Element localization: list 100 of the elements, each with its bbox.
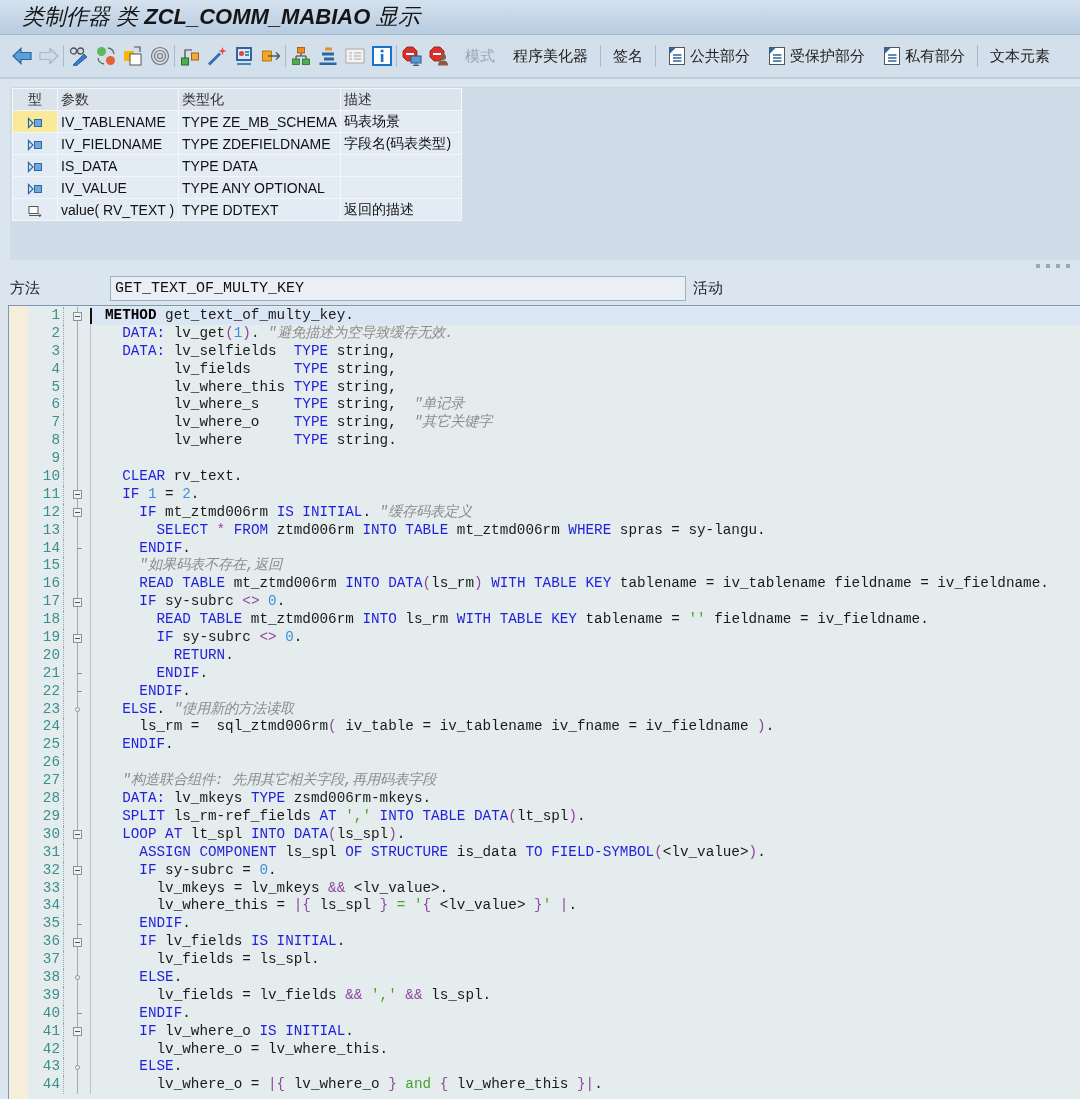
collapse-icon[interactable] <box>72 508 82 518</box>
code-line: lv_fields = lv_fields && ',' && ls_spl. <box>156 986 492 1003</box>
line-number: 29 <box>42 807 60 824</box>
line-number: 8 <box>51 432 60 449</box>
code-line: ENDIF. <box>139 682 191 699</box>
line-number: 34 <box>42 897 60 914</box>
line-number: 37 <box>42 951 60 968</box>
code-line: IF 1 = 2. <box>122 485 200 502</box>
returning-parameter-icon <box>27 204 43 217</box>
line-number: 6 <box>51 396 60 413</box>
stacked-bars-icon[interactable] <box>317 46 338 66</box>
copy-pages-icon[interactable] <box>122 46 143 66</box>
code-line: IF lv_fields IS INITIAL. <box>139 933 346 950</box>
document-icon <box>883 46 901 66</box>
importing-parameter-icon <box>27 160 43 173</box>
glasses-pencil-icon[interactable] <box>68 46 89 66</box>
status-label: 活动 <box>693 279 723 298</box>
importing-parameter-icon <box>27 182 43 195</box>
code-line: DATA: lv_mkeys TYPE zsmd006rm-mkeys. <box>122 790 432 807</box>
toolbar-button[interactable]: 私有部分 <box>874 43 974 69</box>
document-icon <box>768 46 786 66</box>
stop-sign-person-icon[interactable] <box>428 46 449 66</box>
code-line: ls_rm = sql_ztmd006rm( iv_table = iv_tablename iv_fname = iv_fieldname ). <box>139 718 775 735</box>
code-line: ELSE. <box>139 1058 183 1075</box>
collapse-icon[interactable] <box>72 866 82 876</box>
collapse-icon[interactable] <box>72 830 82 840</box>
code-line: "如果码表不存在,返回 <box>139 557 283 574</box>
line-number: 25 <box>42 736 60 753</box>
collapse-icon[interactable] <box>72 597 82 607</box>
toolbar-button[interactable]: 公共部分 <box>659 43 759 69</box>
circles-arrows-icon[interactable] <box>95 46 116 66</box>
line-number: 16 <box>42 575 60 592</box>
code-line: ELSE. "使用新的方法读取 <box>122 700 295 717</box>
line-number: 15 <box>42 557 60 574</box>
spiral-icon[interactable] <box>149 46 170 66</box>
toolbar-button[interactable]: 受保护部分 <box>759 43 874 69</box>
line-number: 23 <box>42 700 60 717</box>
table-cell: TYPE ZE_MB_SCHEMA <box>178 110 341 133</box>
code-line: ENDIF. <box>122 736 174 753</box>
table-cell: TYPE DDTEXT <box>178 198 341 221</box>
collapse-icon[interactable] <box>72 937 82 947</box>
code-line: IF sy-subrc = 0. <box>139 861 277 878</box>
code-line: ENDIF. <box>139 915 191 932</box>
left-arrow-icon[interactable] <box>11 46 32 66</box>
magic-wand-icon[interactable] <box>206 46 227 66</box>
window-title: 类制作器 类 ZCL_COMM_MABIAO 显示 <box>22 3 421 31</box>
code-line: lv_mkeys = lv_mkeys && <lv_value>. <box>156 879 449 896</box>
line-number: 19 <box>42 629 60 646</box>
frame-icon[interactable] <box>233 46 254 66</box>
line-number: 32 <box>42 861 60 878</box>
stop-sign-monitor-icon[interactable] <box>401 46 422 66</box>
code-line: IF sy-subrc <> 0. <box>156 629 303 646</box>
code-line: ELSE. <box>139 968 183 985</box>
line-number: 14 <box>42 539 60 556</box>
linked-squares-icon[interactable] <box>179 46 200 66</box>
info-icon[interactable] <box>371 46 392 66</box>
line-number: 7 <box>51 414 60 431</box>
text-cursor <box>90 308 92 324</box>
code-line: DATA: lv_get(1). "避免描述为空导致缓存无效. <box>122 324 454 341</box>
collapse-icon[interactable] <box>72 1027 82 1037</box>
line-number: 4 <box>51 360 60 377</box>
code-line: ASSIGN COMPONENT ls_spl OF STRUCTURE is_data TO FIELD-SYMBOL(<lv_value>). <box>139 843 766 860</box>
code-line: lv_fields = ls_spl. <box>156 951 320 968</box>
code-line: READ TABLE mt_ztmd006rm INTO DATA(ls_rm) WITH TABLE KEY tablename = iv_tablename fieldname = iv_fieldname. <box>139 575 1049 592</box>
code-line: "构造联合组件: 先用其它相关字段,再用码表字段 <box>122 772 437 789</box>
line-number: 36 <box>42 933 60 950</box>
line-number: 31 <box>42 843 60 860</box>
line-number: 10 <box>42 468 60 484</box>
collapse-icon[interactable] <box>72 490 82 500</box>
code-line: lv_where_s TYPE string, "单记录 <box>173 396 465 413</box>
code-line: lv_where_this TYPE string, <box>173 378 397 395</box>
collapse-icon[interactable] <box>72 311 82 321</box>
toolbar-button[interactable]: 文本元素 <box>981 43 1059 69</box>
line-number: 13 <box>42 521 60 538</box>
code-line: ENDIF. <box>139 539 191 556</box>
code-line: READ TABLE mt_ztmd006rm INTO ls_rm WITH TABLE KEY tablename = '' fieldname = iv_fieldname. <box>156 611 929 628</box>
line-number: 33 <box>42 879 60 896</box>
code-line: LOOP AT lt_spl INTO DATA(ls_spl). <box>122 825 406 842</box>
line-number: 1 <box>51 307 60 323</box>
line-number: 26 <box>42 754 60 771</box>
line-number: 21 <box>42 664 60 681</box>
line-number: 18 <box>42 611 60 628</box>
toolbar-button[interactable]: 签名 <box>604 43 652 69</box>
code-line: lv_where_o = lv_where_this. <box>156 1040 389 1057</box>
line-number: 43 <box>42 1058 60 1075</box>
line-number: 9 <box>51 450 60 467</box>
table-cell: TYPE DATA <box>178 154 341 177</box>
grip-icon[interactable] <box>1036 264 1070 268</box>
line-number: 38 <box>42 968 60 985</box>
code-line: ENDIF. <box>156 664 208 681</box>
line-number: 40 <box>42 1004 60 1021</box>
code-line: lv_where_o = |{ lv_where_o } and { lv_where_this }|. <box>156 1076 603 1093</box>
hierarchy-icon[interactable] <box>290 46 311 66</box>
collapse-icon[interactable] <box>72 633 82 643</box>
line-number: 27 <box>42 772 60 789</box>
importing-parameter-icon <box>27 116 43 129</box>
method-field[interactable]: GET_TEXT_OF_MULTY_KEY <box>110 276 686 301</box>
toolbar-button[interactable]: 程序美化器 <box>504 43 597 69</box>
line-number: 30 <box>42 825 60 842</box>
method-label: 方法 <box>9 279 41 298</box>
